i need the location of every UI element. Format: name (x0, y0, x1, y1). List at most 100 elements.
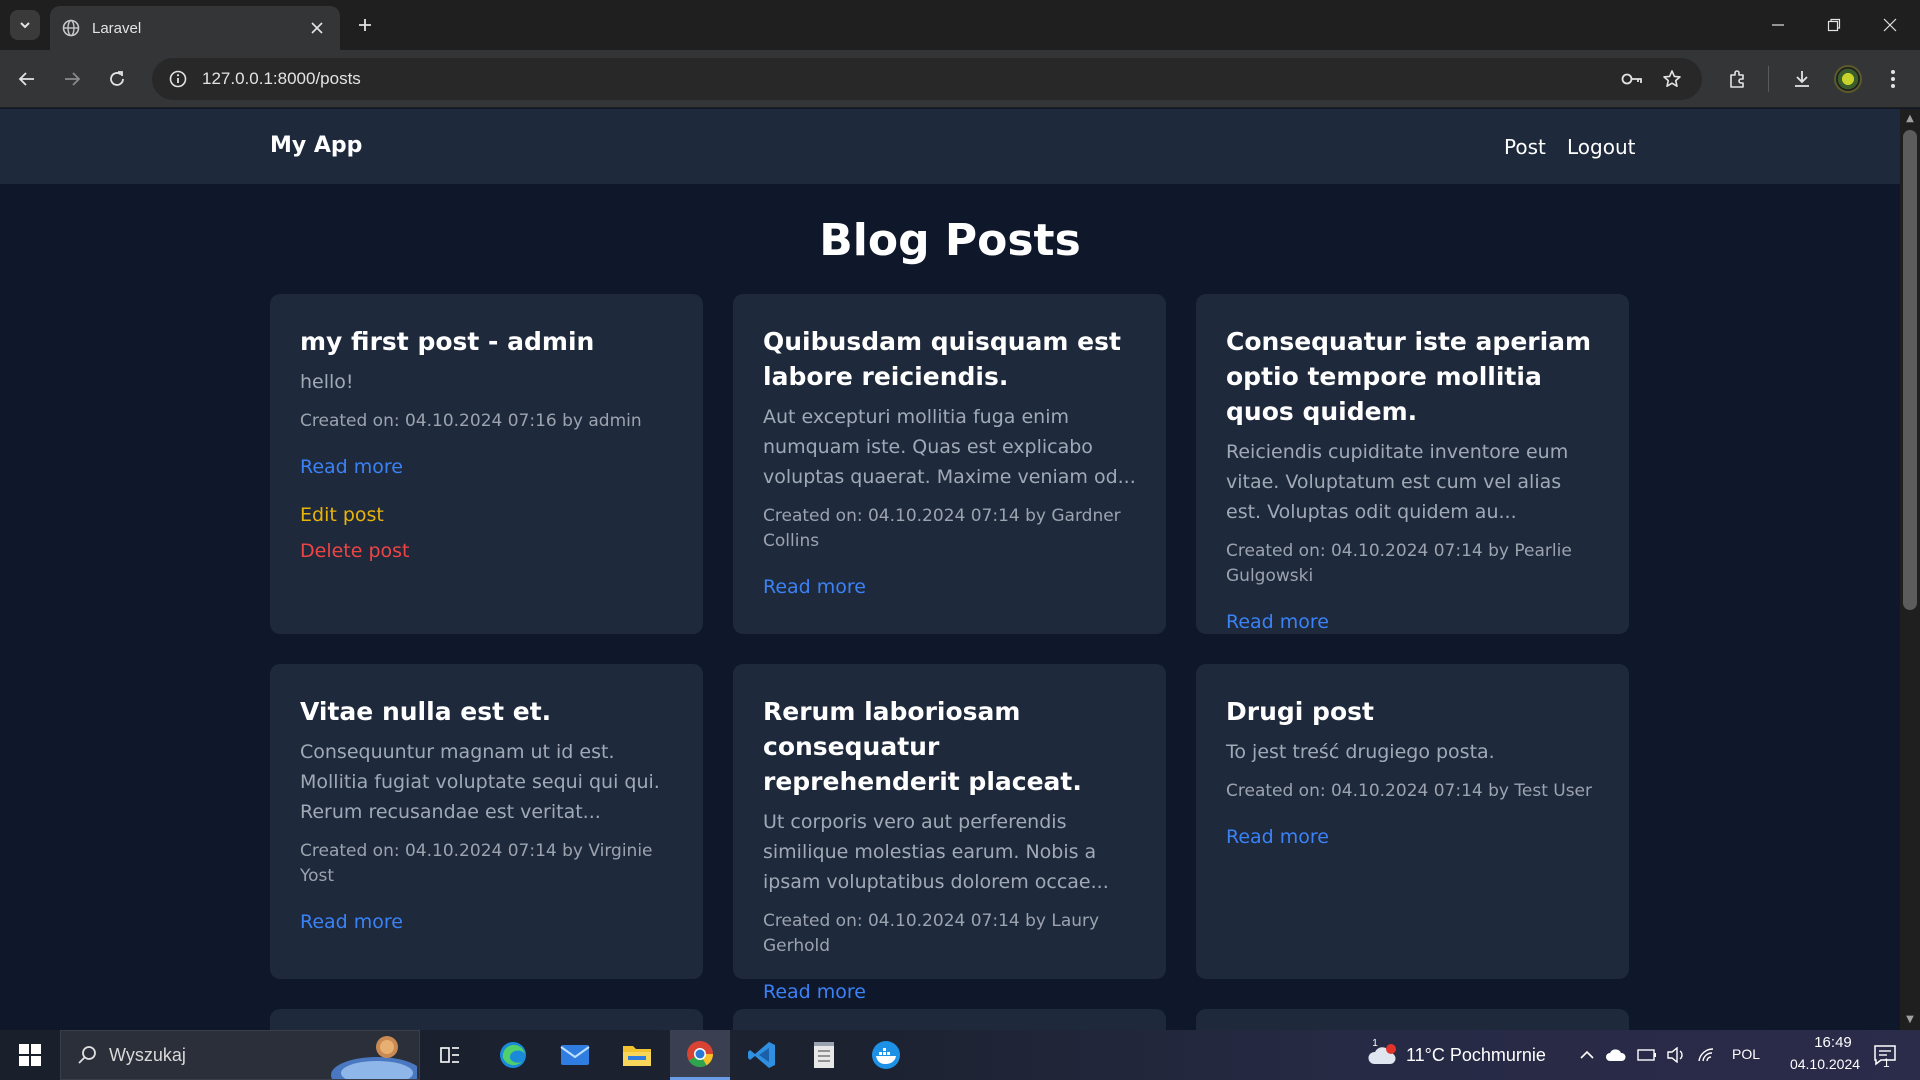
scroll-down-icon[interactable]: ▼ (1903, 1013, 1917, 1027)
taskbar-app-edge[interactable] (483, 1030, 543, 1080)
toolbar-separator (1768, 66, 1769, 92)
profile-avatar[interactable] (1834, 65, 1862, 93)
plus-icon (359, 19, 371, 31)
post-card: Vitae nulla est et. Consequuntur magnam … (270, 664, 703, 979)
bookmark-button[interactable] (1652, 58, 1692, 100)
edit-post-link[interactable]: Edit post (300, 504, 673, 526)
volume-icon[interactable] (1666, 1044, 1688, 1066)
taskbar-search-box[interactable]: Wyszukaj (60, 1030, 420, 1080)
clock-date[interactable]: 04.10.2024 (1775, 1056, 1875, 1072)
task-view-button[interactable] (420, 1030, 480, 1080)
chrome-icon (687, 1040, 714, 1067)
post-card (733, 1009, 1166, 1030)
arrow-left-icon (18, 72, 34, 86)
taskbar-app-chrome[interactable] (670, 1030, 730, 1080)
task-view-icon (440, 1047, 459, 1063)
post-excerpt: hello! (300, 371, 354, 393)
weather-text[interactable]: 11°C Pochmurnie (1406, 1045, 1546, 1066)
read-more-link[interactable]: Read more (300, 911, 673, 933)
vscode-icon (748, 1042, 775, 1068)
show-hidden-icons-button[interactable] (1576, 1044, 1598, 1066)
browser-menu-button[interactable] (1878, 64, 1908, 94)
scrollbar-thumb[interactable] (1903, 130, 1917, 610)
post-card: my first post - admin hello! Created on:… (270, 294, 703, 634)
app-navbar: My App Post Logout (0, 109, 1900, 184)
language-indicator[interactable]: POL (1732, 1046, 1760, 1062)
wifi-signal-icon (1698, 1048, 1714, 1062)
browser-tab[interactable]: Laravel (50, 6, 340, 50)
read-more-link[interactable]: Read more (1226, 826, 1599, 848)
page-title: Blog Posts (819, 215, 1081, 266)
battery-icon[interactable] (1636, 1044, 1658, 1066)
edge-icon (500, 1042, 526, 1068)
reload-button[interactable] (102, 64, 132, 94)
restore-icon (1827, 18, 1841, 32)
extensions-button[interactable] (1722, 64, 1752, 94)
post-meta: Created on: 04.10.2024 07:14 by Test Use… (1226, 781, 1593, 801)
post-title: Consequatur iste aperiam optio tempore m… (1226, 327, 1592, 426)
nav-link-logout[interactable]: Logout (1567, 135, 1635, 159)
post-meta: Created on: 04.10.2024 07:16 by admin (300, 411, 642, 431)
address-bar[interactable]: 127.0.0.1:8000/posts (152, 58, 1702, 100)
search-highlight-image-icon (331, 1036, 417, 1079)
more-vert-icon (1891, 70, 1895, 88)
battery-icon-glyph (1637, 1049, 1656, 1061)
wifi-icon[interactable] (1696, 1044, 1718, 1066)
windows-taskbar: Wyszukaj 1 11°C Pochmurnie POL 16:49 04.… (0, 1030, 1920, 1080)
forward-button[interactable] (57, 64, 87, 94)
site-info-button[interactable] (158, 58, 198, 100)
speaker-icon (1667, 1047, 1683, 1063)
taskbar-app-vscode[interactable] (732, 1030, 792, 1080)
cloud-sync-icon (1606, 1049, 1626, 1061)
globe-icon (62, 19, 80, 37)
scroll-up-icon[interactable]: ▲ (1903, 112, 1917, 126)
minimize-button[interactable] (1750, 0, 1806, 50)
back-button[interactable] (12, 64, 42, 94)
post-excerpt: Aut excepturi mollitia fuga enim numquam… (763, 406, 1136, 488)
post-meta: Created on: 04.10.2024 07:14 by Gardner … (763, 506, 1121, 551)
close-icon (1883, 18, 1897, 32)
windows-logo-icon (19, 1044, 41, 1066)
post-card (270, 1009, 703, 1030)
read-more-link[interactable]: Read more (763, 576, 1136, 598)
password-manager-button[interactable] (1612, 58, 1652, 100)
taskbar-app-notepad[interactable] (794, 1030, 854, 1080)
post-title: Drugi post (1226, 697, 1374, 726)
taskbar-app-mail[interactable] (545, 1030, 605, 1080)
taskbar-app-file-explorer[interactable] (607, 1030, 667, 1080)
post-excerpt: Ut corporis vero aut perferendis similiq… (763, 811, 1109, 893)
tab-search-button[interactable] (10, 10, 40, 40)
post-card: Drugi post To jest treść drugiego posta.… (1196, 664, 1629, 979)
delete-post-link[interactable]: Delete post (300, 540, 673, 562)
minimize-icon (1772, 24, 1784, 26)
docker-icon (872, 1041, 900, 1069)
restore-button[interactable] (1806, 0, 1862, 50)
weather-alert-badge: 1 (1372, 1038, 1378, 1049)
browser-toolbar: 127.0.0.1:8000/posts (0, 50, 1920, 108)
app-brand[interactable]: My App (270, 133, 362, 158)
post-excerpt: Consequuntur magnam ut id est. Mollitia … (300, 741, 660, 823)
read-more-link[interactable]: Read more (1226, 611, 1599, 633)
page-viewport: My App Post Logout Blog Posts my first p… (0, 109, 1900, 1030)
read-more-link[interactable]: Read more (763, 981, 1136, 1003)
close-window-button[interactable] (1862, 0, 1918, 50)
notepad-icon (814, 1042, 834, 1068)
clock-time[interactable]: 16:49 (1793, 1034, 1873, 1051)
start-button[interactable] (0, 1030, 60, 1080)
url-text: 127.0.0.1:8000/posts (202, 69, 361, 88)
new-tab-button[interactable] (352, 12, 378, 38)
post-meta: Created on: 04.10.2024 07:14 by Laury Ge… (763, 911, 1100, 956)
chevron-down-icon (20, 22, 30, 29)
close-tab-button[interactable] (306, 17, 328, 39)
nav-link-post[interactable]: Post (1504, 135, 1546, 159)
close-icon (311, 22, 323, 34)
downloads-button[interactable] (1787, 64, 1817, 94)
search-icon (78, 1046, 96, 1064)
post-card: Consequatur iste aperiam optio tempore m… (1196, 294, 1629, 634)
onedrive-icon[interactable] (1605, 1044, 1627, 1066)
taskbar-app-docker[interactable] (856, 1030, 916, 1080)
read-more-link[interactable]: Read more (300, 456, 673, 478)
chevron-up-icon (1580, 1050, 1594, 1059)
folder-icon (623, 1046, 651, 1066)
browser-tab-bar: Laravel (0, 0, 1920, 50)
